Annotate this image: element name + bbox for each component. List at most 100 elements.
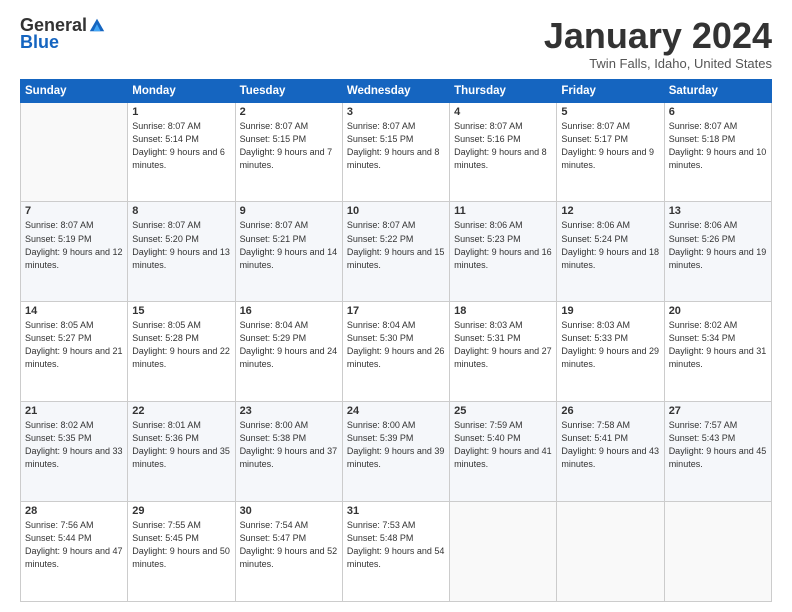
- day-number: 1: [132, 106, 230, 118]
- logo-blue-text: Blue: [20, 32, 59, 53]
- day-info: Sunrise: 8:03 AMSunset: 5:31 PMDaylight:…: [454, 319, 552, 371]
- day-number: 15: [132, 305, 230, 317]
- day-number: 14: [25, 305, 123, 317]
- title-block: January 2024 Twin Falls, Idaho, United S…: [544, 16, 772, 71]
- day-info: Sunrise: 7:53 AMSunset: 5:48 PMDaylight:…: [347, 519, 445, 571]
- day-number: 22: [132, 405, 230, 417]
- day-number: 25: [454, 405, 552, 417]
- calendar-subtitle: Twin Falls, Idaho, United States: [544, 56, 772, 71]
- day-number: 28: [25, 505, 123, 517]
- calendar-day-cell: 16 Sunrise: 8:04 AMSunset: 5:29 PMDayligh…: [235, 302, 342, 402]
- calendar-week-row: 14Sunrise: 8:05 AMSunset: 5:27 PMDayligh…: [21, 302, 772, 402]
- calendar-day-cell: 7Sunrise: 8:07 AMSunset: 5:19 PMDaylight…: [21, 202, 128, 302]
- day-info: Sunrise: 8:07 AMSunset: 5:18 PMDaylight:…: [669, 120, 767, 172]
- day-number: 4: [454, 106, 552, 118]
- weekday-header-cell: Monday: [128, 79, 235, 102]
- logo-icon: [88, 16, 106, 34]
- day-number: 23: [240, 405, 338, 417]
- weekday-header-cell: Friday: [557, 79, 664, 102]
- weekday-header-cell: Tuesday: [235, 79, 342, 102]
- day-number: 26: [561, 405, 659, 417]
- calendar-day-cell: 28Sunrise: 7:56 AMSunset: 5:44 PMDayligh…: [21, 502, 128, 602]
- day-number: 29: [132, 505, 230, 517]
- day-number: 6: [669, 106, 767, 118]
- day-info: Sunrise: 8:04 AMSunset: 5:29 PMDaylight:…: [240, 319, 338, 371]
- day-info: Sunrise: 8:06 AMSunset: 5:26 PMDaylight:…: [669, 219, 767, 271]
- calendar-day-cell: 14Sunrise: 8:05 AMSunset: 5:27 PMDayligh…: [21, 302, 128, 402]
- calendar-day-cell: [450, 502, 557, 602]
- logo: General Blue: [20, 16, 106, 53]
- header: General Blue January 2024 Twin Falls, Id…: [20, 16, 772, 71]
- calendar-day-cell: 25 Sunrise: 7:59 AMSunset: 5:40 PMDayligh…: [450, 402, 557, 502]
- calendar-day-cell: 17 Sunrise: 8:04 AMSunset: 5:30 PMDayligh…: [342, 302, 449, 402]
- day-number: 3: [347, 106, 445, 118]
- calendar-day-cell: 22 Sunrise: 8:01 AMSunset: 5:36 PMDayligh…: [128, 402, 235, 502]
- weekday-header-cell: Wednesday: [342, 79, 449, 102]
- calendar-day-cell: 13 Sunrise: 8:06 AMSunset: 5:26 PMDayligh…: [664, 202, 771, 302]
- weekday-header-row: SundayMondayTuesdayWednesdayThursdayFrid…: [21, 79, 772, 102]
- weekday-header-cell: Saturday: [664, 79, 771, 102]
- day-number: 18: [454, 305, 552, 317]
- calendar-day-cell: [664, 502, 771, 602]
- day-number: 9: [240, 205, 338, 217]
- weekday-header-cell: Thursday: [450, 79, 557, 102]
- calendar-day-cell: 15Sunrise: 8:05 AMSunset: 5:28 PMDayligh…: [128, 302, 235, 402]
- calendar-day-cell: 21 Sunrise: 8:02 AMSunset: 5:35 PMDayligh…: [21, 402, 128, 502]
- calendar-day-cell: 12 Sunrise: 8:06 AMSunset: 5:24 PMDayligh…: [557, 202, 664, 302]
- day-info: Sunrise: 7:59 AMSunset: 5:40 PMDaylight:…: [454, 419, 552, 471]
- day-info: Sunrise: 8:02 AMSunset: 5:34 PMDaylight:…: [669, 319, 767, 371]
- calendar-body: 1 Sunrise: 8:07 AMSunset: 5:14 PMDaylight…: [21, 102, 772, 601]
- day-info: Sunrise: 8:00 AMSunset: 5:39 PMDaylight:…: [347, 419, 445, 471]
- day-info: Sunrise: 8:07 AMSunset: 5:14 PMDaylight:…: [132, 120, 230, 172]
- calendar-day-cell: 31 Sunrise: 7:53 AMSunset: 5:48 PMDayligh…: [342, 502, 449, 602]
- calendar-week-row: 1 Sunrise: 8:07 AMSunset: 5:14 PMDaylight…: [21, 102, 772, 202]
- day-info: Sunrise: 8:07 AMSunset: 5:17 PMDaylight:…: [561, 120, 659, 172]
- calendar-day-cell: [557, 502, 664, 602]
- calendar-page: General Blue January 2024 Twin Falls, Id…: [0, 0, 792, 612]
- day-number: 19: [561, 305, 659, 317]
- calendar-day-cell: 20Sunrise: 8:02 AMSunset: 5:34 PMDayligh…: [664, 302, 771, 402]
- day-info: Sunrise: 8:03 AMSunset: 5:33 PMDaylight:…: [561, 319, 659, 371]
- calendar-table: SundayMondayTuesdayWednesdayThursdayFrid…: [20, 79, 772, 602]
- day-number: 17: [347, 305, 445, 317]
- day-number: 8: [132, 205, 230, 217]
- calendar-week-row: 7Sunrise: 8:07 AMSunset: 5:19 PMDaylight…: [21, 202, 772, 302]
- calendar-title: January 2024: [544, 16, 772, 56]
- day-number: 16: [240, 305, 338, 317]
- day-info: Sunrise: 8:07 AMSunset: 5:15 PMDaylight:…: [240, 120, 338, 172]
- calendar-day-cell: 23 Sunrise: 8:00 AMSunset: 5:38 PMDayligh…: [235, 402, 342, 502]
- calendar-day-cell: 9 Sunrise: 8:07 AMSunset: 5:21 PMDaylight…: [235, 202, 342, 302]
- day-number: 31: [347, 505, 445, 517]
- calendar-day-cell: 19 Sunrise: 8:03 AMSunset: 5:33 PMDayligh…: [557, 302, 664, 402]
- day-info: Sunrise: 7:54 AMSunset: 5:47 PMDaylight:…: [240, 519, 338, 571]
- day-info: Sunrise: 8:07 AMSunset: 5:22 PMDaylight:…: [347, 219, 445, 271]
- calendar-day-cell: 4 Sunrise: 8:07 AMSunset: 5:16 PMDaylight…: [450, 102, 557, 202]
- day-info: Sunrise: 8:07 AMSunset: 5:15 PMDaylight:…: [347, 120, 445, 172]
- day-info: Sunrise: 8:06 AMSunset: 5:24 PMDaylight:…: [561, 219, 659, 271]
- calendar-day-cell: 29 Sunrise: 7:55 AMSunset: 5:45 PMDayligh…: [128, 502, 235, 602]
- day-info: Sunrise: 8:02 AMSunset: 5:35 PMDaylight:…: [25, 419, 123, 471]
- day-info: Sunrise: 7:55 AMSunset: 5:45 PMDaylight:…: [132, 519, 230, 571]
- day-number: 21: [25, 405, 123, 417]
- calendar-day-cell: 11Sunrise: 8:06 AMSunset: 5:23 PMDayligh…: [450, 202, 557, 302]
- day-info: Sunrise: 8:07 AMSunset: 5:16 PMDaylight:…: [454, 120, 552, 172]
- day-info: Sunrise: 8:04 AMSunset: 5:30 PMDaylight:…: [347, 319, 445, 371]
- day-number: 10: [347, 205, 445, 217]
- calendar-day-cell: 1 Sunrise: 8:07 AMSunset: 5:14 PMDaylight…: [128, 102, 235, 202]
- day-info: Sunrise: 8:07 AMSunset: 5:20 PMDaylight:…: [132, 219, 230, 271]
- calendar-day-cell: 2Sunrise: 8:07 AMSunset: 5:15 PMDaylight…: [235, 102, 342, 202]
- day-number: 13: [669, 205, 767, 217]
- day-info: Sunrise: 7:57 AMSunset: 5:43 PMDaylight:…: [669, 419, 767, 471]
- day-number: 12: [561, 205, 659, 217]
- day-info: Sunrise: 8:07 AMSunset: 5:21 PMDaylight:…: [240, 219, 338, 271]
- calendar-day-cell: 24Sunrise: 8:00 AMSunset: 5:39 PMDayligh…: [342, 402, 449, 502]
- weekday-header-cell: Sunday: [21, 79, 128, 102]
- calendar-day-cell: 10 Sunrise: 8:07 AMSunset: 5:22 PMDayligh…: [342, 202, 449, 302]
- calendar-day-cell: 3 Sunrise: 8:07 AMSunset: 5:15 PMDaylight…: [342, 102, 449, 202]
- calendar-day-cell: 18 Sunrise: 8:03 AMSunset: 5:31 PMDayligh…: [450, 302, 557, 402]
- day-info: Sunrise: 8:07 AMSunset: 5:19 PMDaylight:…: [25, 219, 123, 271]
- calendar-week-row: 28Sunrise: 7:56 AMSunset: 5:44 PMDayligh…: [21, 502, 772, 602]
- day-info: Sunrise: 8:01 AMSunset: 5:36 PMDaylight:…: [132, 419, 230, 471]
- day-info: Sunrise: 8:00 AMSunset: 5:38 PMDaylight:…: [240, 419, 338, 471]
- day-number: 27: [669, 405, 767, 417]
